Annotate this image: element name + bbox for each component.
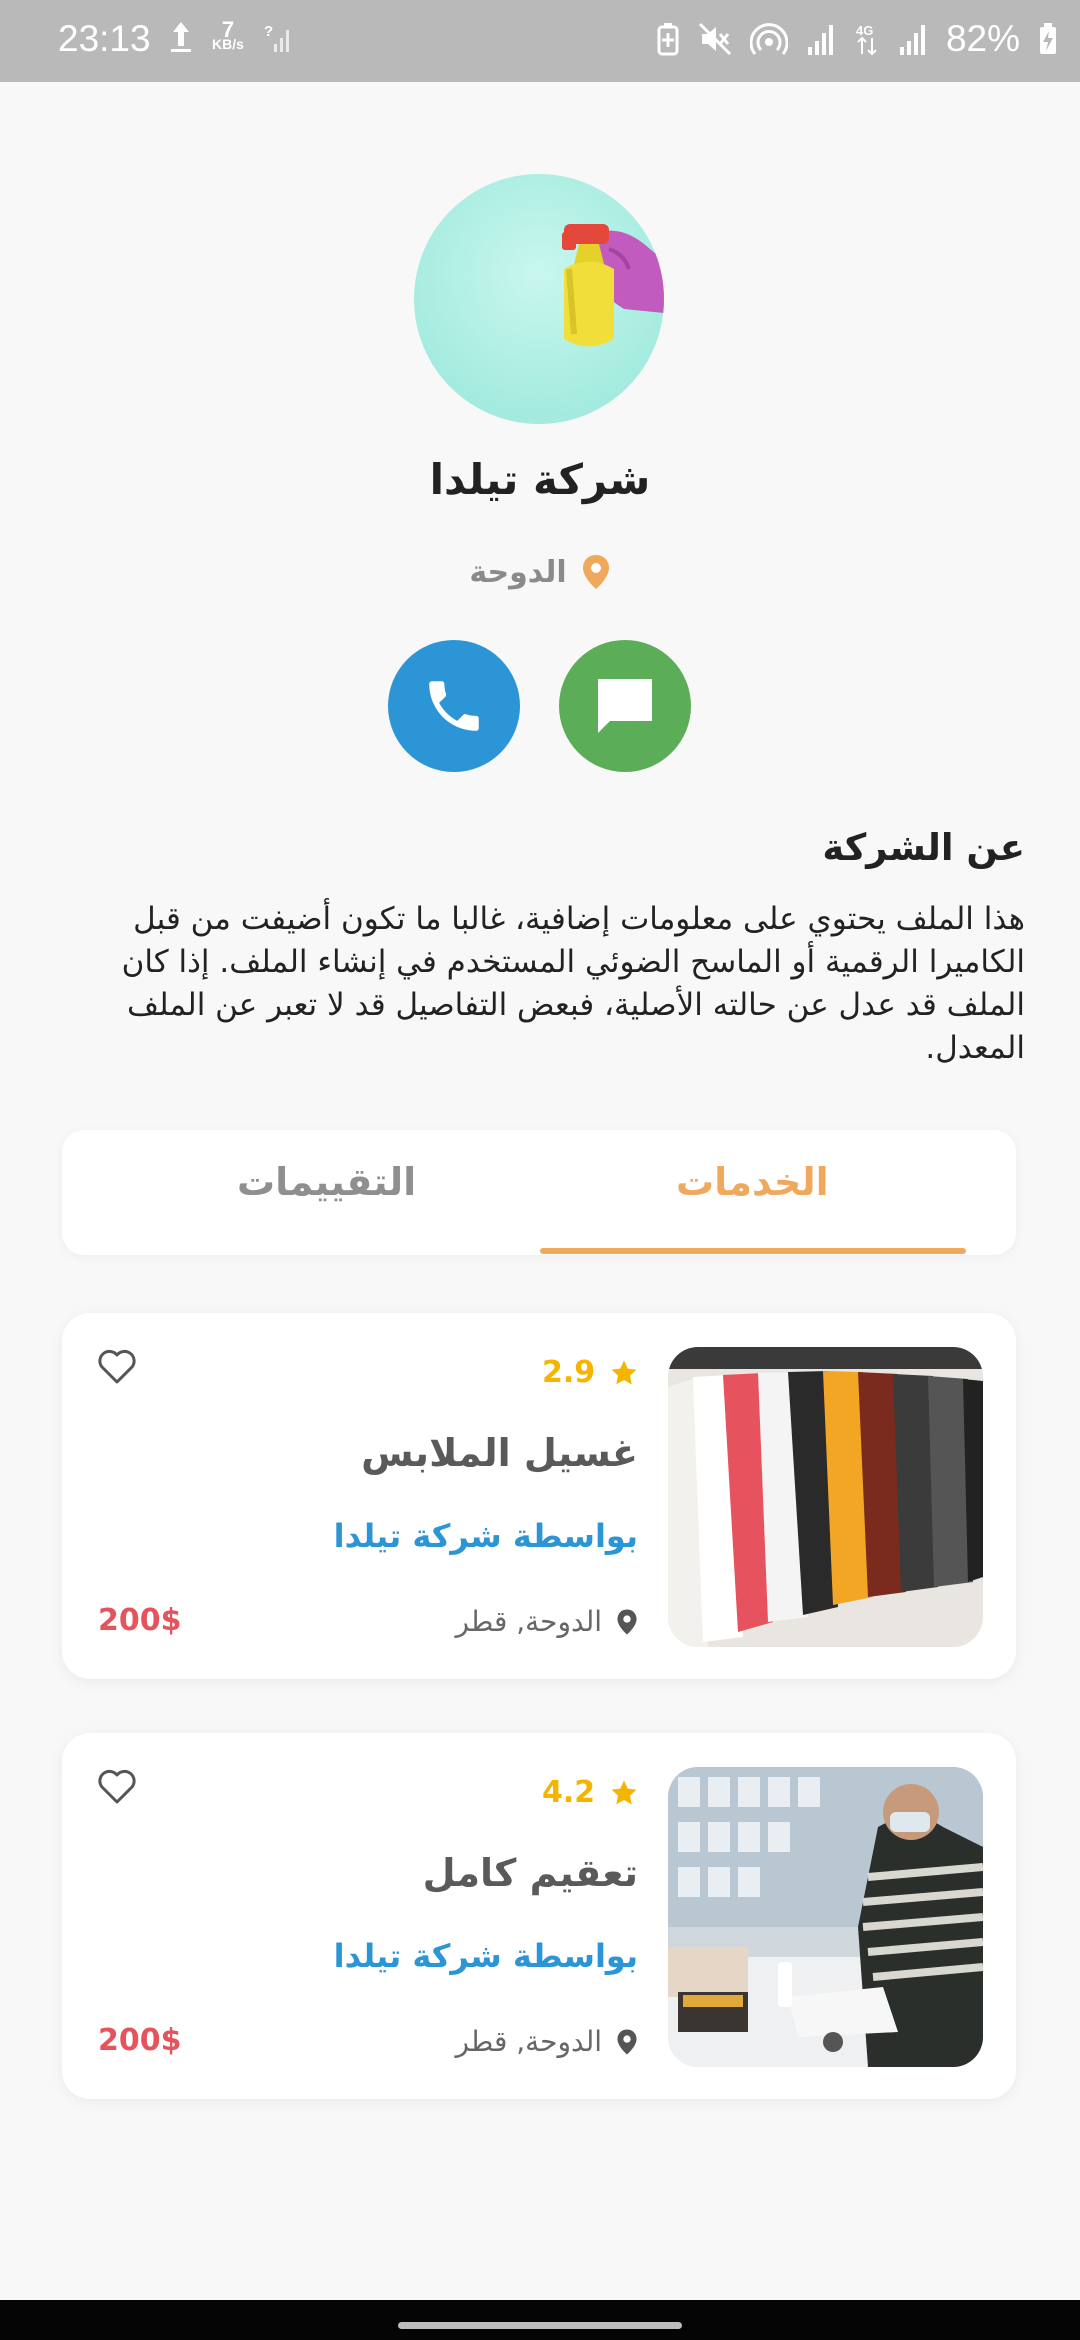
service-rating: 4.2 xyxy=(542,1775,639,1810)
service-provider[interactable]: بواسطة شركة تيلدا xyxy=(334,1937,638,1975)
about-title: عن الشركة xyxy=(822,826,1025,869)
service-price: 200$ xyxy=(98,2023,182,2058)
svg-text:4G: 4G xyxy=(856,23,873,38)
star-icon xyxy=(611,1360,637,1384)
call-button[interactable] xyxy=(388,640,520,772)
company-avatar xyxy=(414,174,664,424)
favorite-heart-icon[interactable] xyxy=(97,1769,137,1805)
signal-unknown-icon: ? xyxy=(264,23,289,52)
home-gesture-handle[interactable] xyxy=(398,2322,682,2329)
mute-icon xyxy=(698,22,731,56)
message-icon xyxy=(598,679,652,733)
service-title: تعقيم كامل xyxy=(422,1851,638,1895)
message-button[interactable] xyxy=(559,640,691,772)
location-pin-icon xyxy=(617,1609,637,1634)
4g-icon: 4G xyxy=(856,23,877,56)
spray-bottle-image xyxy=(562,224,664,347)
upload-arrow-icon xyxy=(171,22,191,52)
status-time: 23:13 xyxy=(58,18,151,59)
rating-value: 4.2 xyxy=(542,1775,596,1810)
battery-saver-icon xyxy=(657,23,679,56)
battery-percent: 82% xyxy=(945,18,1020,59)
favorite-heart-icon[interactable] xyxy=(97,1349,137,1385)
service-image-clothes xyxy=(668,1347,983,1647)
active-tab-indicator xyxy=(540,1248,966,1254)
tab-reviews[interactable]: التقييمات xyxy=(237,1160,416,1204)
service-image-sanitizing xyxy=(668,1767,983,2067)
service-price: 200$ xyxy=(98,1603,182,1638)
tab-bar: الخدمات التقييمات xyxy=(62,1130,1016,1255)
service-provider[interactable]: بواسطة شركة تيلدا xyxy=(334,1517,638,1555)
svg-text:?: ? xyxy=(264,23,273,40)
hotspot-icon xyxy=(749,23,788,55)
service-card[interactable]: 2.9 غسيل الملابس بواسطة شركة تيلدا الدوح… xyxy=(62,1313,1016,1679)
battery-charging-icon xyxy=(1040,23,1056,54)
service-card[interactable]: 4.2 تعقيم كامل بواسطة شركة تيلدا الدوحة,… xyxy=(62,1733,1016,2099)
company-location: الدوحة xyxy=(0,553,1080,591)
net-speed: 7 KB/s xyxy=(212,17,244,52)
company-name: شركة تيلدا xyxy=(429,455,651,504)
about-text: هذا الملف يحتوي على معلومات إضافية، غالب… xyxy=(121,901,1025,1066)
signal-icon xyxy=(807,25,833,55)
star-icon xyxy=(611,1780,637,1804)
system-nav-bar xyxy=(0,2300,1080,2340)
service-location-text: الدوحة, قطر xyxy=(455,1605,602,1638)
rating-value: 2.9 xyxy=(542,1355,596,1390)
service-location: الدوحة, قطر xyxy=(456,1605,638,1638)
signal-icon xyxy=(899,25,925,55)
location-pin-icon xyxy=(617,2029,637,2054)
location-text: الدوحة xyxy=(469,554,567,590)
service-rating: 2.9 xyxy=(542,1355,639,1390)
service-location: الدوحة, قطر xyxy=(456,2025,638,2058)
location-pin-icon xyxy=(582,555,609,589)
phone-icon xyxy=(429,681,479,731)
service-title: غسيل الملابس xyxy=(361,1431,638,1475)
tab-services[interactable]: الخدمات xyxy=(676,1160,829,1204)
status-bar: 23:13 7 KB/s ? 4G 82% xyxy=(0,0,1080,82)
service-location-text: الدوحة, قطر xyxy=(455,2025,602,2058)
